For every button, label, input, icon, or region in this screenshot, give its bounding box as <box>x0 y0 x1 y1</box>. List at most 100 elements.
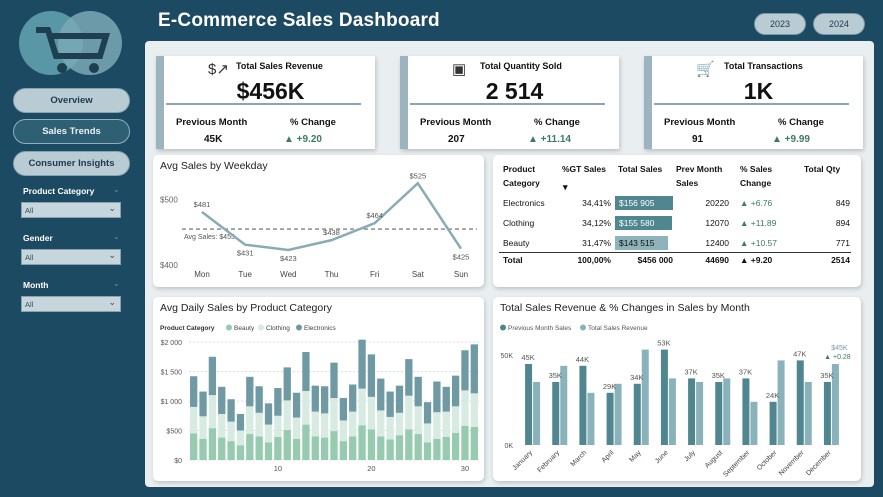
month-dropdown[interactable]: All ⌄ <box>21 296 121 312</box>
x-tick-label: Sun <box>454 270 468 279</box>
bar-segment-electronics <box>451 375 460 407</box>
bar-segment-clothing <box>377 410 385 437</box>
bar-segment-beauty <box>433 438 441 460</box>
legend-label: Total Sales Revenue <box>588 325 648 332</box>
bar-segment-clothing <box>386 416 394 440</box>
legend-marker <box>226 324 232 331</box>
monthly-revenue-chart-card: Total Sales Revenue & % Changes in Sales… <box>493 297 861 481</box>
legend-label: Electronics <box>304 325 337 332</box>
table-cell-category: Clothing <box>503 218 535 228</box>
bar-segment-clothing <box>405 395 413 430</box>
table-cell-sales-change: ▲ +6.76 <box>740 198 773 208</box>
bar-segment-electronics <box>405 359 413 396</box>
sort-desc-icon[interactable]: ▾ <box>563 180 568 194</box>
legend-label: Beauty <box>234 325 255 332</box>
table-cell-sales-change: ▲ +11.89 <box>740 218 777 228</box>
bar-segment-clothing <box>470 393 478 427</box>
bar-previous-month <box>715 382 723 445</box>
weekday-line <box>201 181 463 252</box>
y-tick-label: 0K <box>504 443 513 450</box>
kpi-accent-bar <box>400 56 408 149</box>
y-tick-label: $1 000 <box>161 399 183 406</box>
col-header-sales-change[interactable]: % Sales Change <box>740 162 788 190</box>
bar-segment-electronics <box>367 354 376 397</box>
x-tick-label: June <box>654 449 670 465</box>
data-label: 37K <box>684 367 697 376</box>
col-header-category[interactable]: Product Category <box>503 162 563 190</box>
product-category-dropdown[interactable]: All ⌄ <box>21 202 121 218</box>
nav-consumer-insights-button[interactable]: Consumer Insights <box>13 151 130 176</box>
kpi-value: $456K <box>236 78 305 104</box>
table-total-qty: 2514 <box>831 255 850 265</box>
bar-previous-month <box>525 364 533 445</box>
bar-segment-beauty <box>470 426 478 460</box>
bar-segment-clothing <box>367 396 376 430</box>
filter-label-month: Month <box>23 280 49 290</box>
bar-segment-beauty <box>330 431 338 460</box>
table-total-gt-sales: 100,00% <box>577 255 611 265</box>
total-sales-databar: $143 515 <box>615 236 668 250</box>
bar-segment-clothing <box>302 390 310 425</box>
kpi-change-label: % Change <box>778 117 824 128</box>
data-label: 47K <box>793 349 806 358</box>
bar-previous-month <box>742 378 750 445</box>
chevron-down-icon: ⌄ <box>108 203 116 213</box>
col-header-gt-sales[interactable]: %GT Sales <box>562 162 606 176</box>
bar-segment-electronics <box>358 339 366 389</box>
bar-segment-beauty <box>339 441 348 460</box>
kpi-change-value: ▲ +11.14 <box>528 134 571 145</box>
bar-segment-clothing <box>320 413 329 438</box>
x-tick-label: February <box>536 449 561 474</box>
y-tick-label: $2 000 <box>161 340 183 347</box>
category-sales-table: Product Category %GT Sales ▾ Total Sales… <box>493 155 861 287</box>
kpi-prev-value: 45K <box>204 134 223 145</box>
x-tick-label: Thu <box>325 270 339 279</box>
bar-segment-clothing <box>442 411 450 437</box>
kpi-value: 1K <box>743 78 774 104</box>
daily-category-chart-card: Avg Daily Sales by Product Category Prod… <box>153 297 484 481</box>
bar-segment-electronics <box>395 385 404 413</box>
bar-segment-electronics <box>246 376 254 407</box>
bar-segment-beauty <box>311 436 319 460</box>
x-tick-label: 30 <box>461 464 469 473</box>
data-label: 29K <box>603 382 616 391</box>
nav-sales-trends-button[interactable]: Sales Trends <box>13 119 130 144</box>
bar-segment-beauty <box>423 442 432 460</box>
bar-segment-beauty <box>264 442 273 460</box>
weekday-chart-card: Avg Sales by Weekday $500 $400 Avg Sales: … <box>153 155 484 287</box>
bar-total-revenue <box>533 382 541 445</box>
data-label: $481 <box>194 200 211 209</box>
x-tick-label: October <box>756 449 779 472</box>
bar-segment-electronics <box>433 381 441 413</box>
col-header-total-qty[interactable]: Total Qty <box>804 162 840 176</box>
bar-segment-electronics <box>218 386 226 414</box>
kpi-divider <box>410 103 605 105</box>
legend-label: Previous Month Sales <box>508 325 572 332</box>
gender-dropdown[interactable]: All ⌄ <box>21 249 121 265</box>
bar-total-revenue <box>723 378 731 445</box>
bar-segment-beauty <box>377 436 385 460</box>
col-header-total-sales[interactable]: Total Sales <box>618 162 662 176</box>
bar-segment-beauty <box>395 435 404 460</box>
bar-segment-clothing <box>199 416 207 439</box>
bar-total-revenue <box>668 378 676 445</box>
nav-overview-button[interactable]: Overview <box>13 88 130 113</box>
table-cell-total-sales: $156 905 <box>619 198 655 208</box>
dropdown-value: All <box>25 253 34 262</box>
dashboard: E-Commerce Sales Dashboard 2023 2024 Ove… <box>0 0 883 497</box>
x-tick-label: September <box>722 449 752 479</box>
money-growth-icon: $↗ <box>208 61 229 78</box>
year-button-2024[interactable]: 2024 <box>813 13 865 35</box>
col-header-prev-month[interactable]: Prev Month Sales <box>676 162 738 190</box>
bar-segment-beauty <box>451 432 460 460</box>
bar-previous-month <box>606 392 614 445</box>
bar-previous-month <box>769 401 777 445</box>
bar-segment-clothing <box>236 430 245 446</box>
year-button-2023[interactable]: 2023 <box>754 13 806 35</box>
bar-total-revenue <box>750 401 758 445</box>
bar-segment-electronics <box>302 352 310 391</box>
bar-segment-electronics <box>227 399 235 422</box>
data-label: 24K <box>766 391 779 400</box>
y-tick-label: $1 500 <box>161 370 183 377</box>
data-label: $423 <box>280 254 297 263</box>
